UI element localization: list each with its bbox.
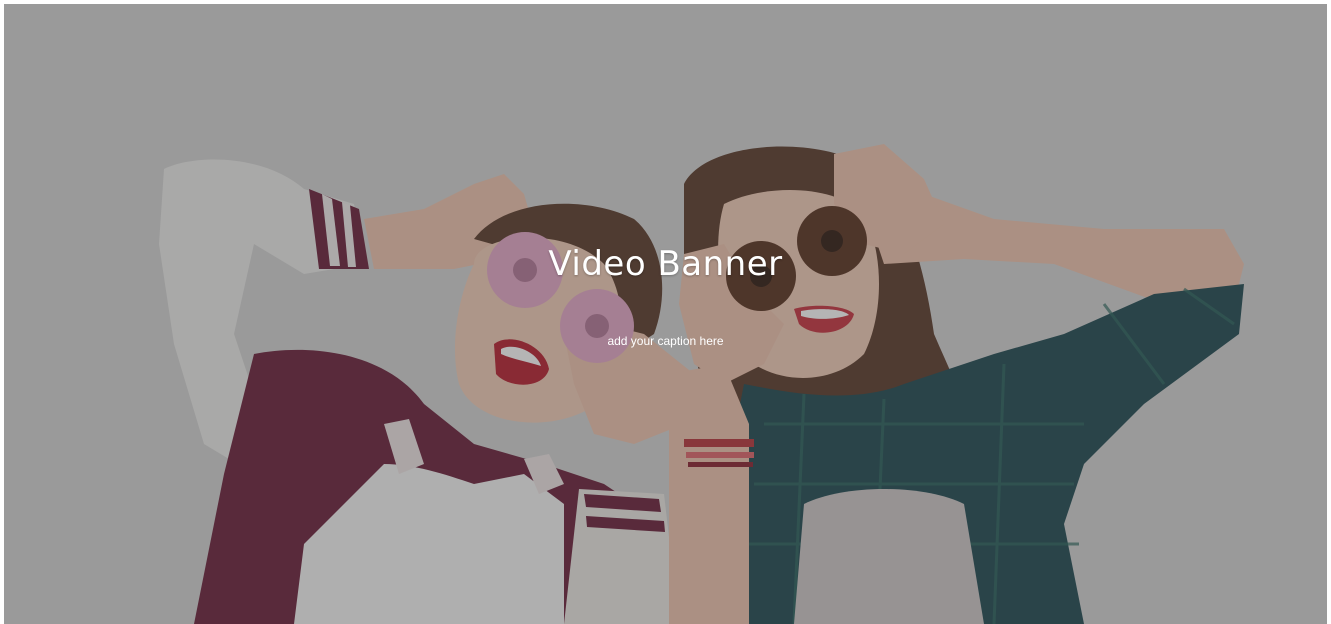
banner-caption-area: Video Banner add your caption here	[4, 4, 1327, 624]
banner-caption: add your caption here	[607, 334, 724, 348]
video-banner: Video Banner add your caption here	[4, 4, 1327, 624]
banner-title: Video Banner	[548, 244, 783, 284]
